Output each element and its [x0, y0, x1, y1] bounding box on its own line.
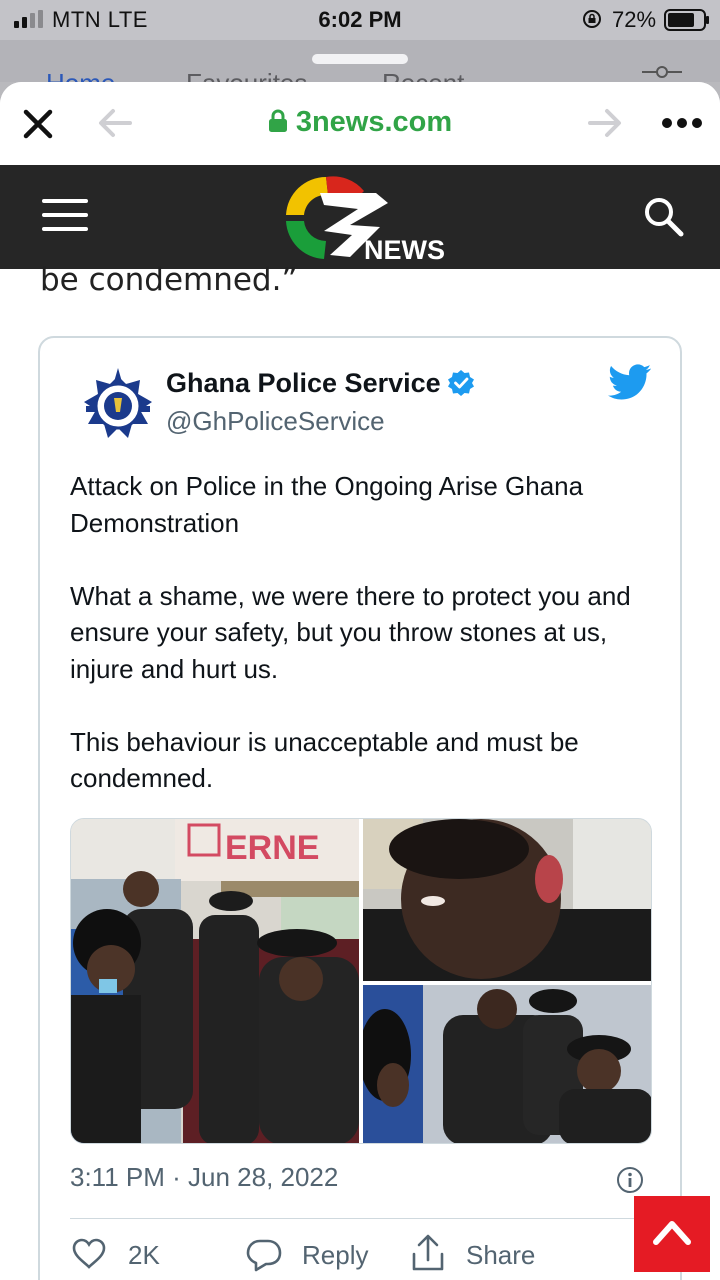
tweet-actions: 2K Reply Share [70, 1234, 670, 1276]
site-header: NEWS [0, 165, 720, 269]
bg-tab-home: Home [46, 68, 115, 82]
tweet-photo-3[interactable] [363, 985, 652, 1144]
embedded-tweet[interactable]: Ghana Police Service @GhPoliceService At… [38, 336, 682, 1280]
3news-logo[interactable]: NEWS [280, 171, 450, 267]
tweet-paragraph: This behaviour is unacceptable and must … [70, 726, 579, 794]
search-icon[interactable] [642, 195, 684, 237]
battery-icon [664, 9, 709, 31]
sheet-grabber[interactable] [312, 54, 408, 64]
forward-arrow-icon[interactable] [588, 108, 622, 138]
tweet-author[interactable]: Ghana Police Service [166, 368, 475, 399]
url-text: 3news.com [295, 106, 453, 138]
filter-icon [642, 66, 682, 78]
browser-sheet: 3news.com NEWS be condemned.” Ghana Poli… [0, 82, 720, 1280]
heart-icon [72, 1238, 106, 1269]
browser-toolbar: 3news.com [0, 82, 720, 165]
tweet-handle[interactable]: @GhPoliceService [166, 406, 385, 437]
verified-badge-icon [447, 370, 474, 396]
divider [70, 1218, 652, 1219]
rotation-lock-icon [583, 10, 601, 28]
tweet-timestamp[interactable]: 3:11 PM · Jun 28, 2022 [70, 1162, 338, 1193]
more-options-icon[interactable] [660, 116, 704, 130]
menu-icon[interactable] [42, 197, 88, 233]
photo-sign-text: ERNE [225, 829, 319, 867]
background-app: Home Favourites Recent [0, 40, 720, 82]
tweet-paragraph: What a shame, we were there to protect y… [70, 580, 631, 684]
tweet-photo-2[interactable] [363, 819, 652, 981]
reply-label: Reply [302, 1240, 369, 1270]
bg-tab-favourites: Favourites [186, 68, 307, 82]
lock-icon [268, 109, 287, 132]
article-text-tail: be condemned.” [40, 262, 298, 298]
author-name: Ghana Police Service [166, 368, 441, 398]
bg-tab-recent: Recent [382, 68, 464, 82]
twitter-bird-icon[interactable] [608, 364, 652, 400]
tweet-media-grid: ERNE [70, 818, 652, 1144]
info-icon[interactable] [616, 1166, 644, 1194]
tweet-photo-1[interactable]: ERNE [71, 819, 359, 1144]
tweet-body: Attack on Police in the Ongoing Arise Gh… [70, 468, 660, 833]
battery-percent: 72% [612, 7, 657, 32]
reply-bubble-icon [246, 1239, 282, 1272]
chevron-up-icon [653, 1221, 691, 1245]
share-icon [412, 1234, 444, 1271]
share-label: Share [466, 1240, 536, 1270]
logo-text: NEWS [364, 235, 445, 265]
status-bar: MTN LTE 6:02 PM 72% [0, 0, 720, 40]
scroll-to-top-button[interactable] [634, 1196, 710, 1272]
like-count: 2K [128, 1240, 160, 1270]
ghana-police-avatar[interactable] [78, 366, 158, 446]
tweet-paragraph: Attack on Police in the Ongoing Arise Gh… [70, 471, 584, 538]
